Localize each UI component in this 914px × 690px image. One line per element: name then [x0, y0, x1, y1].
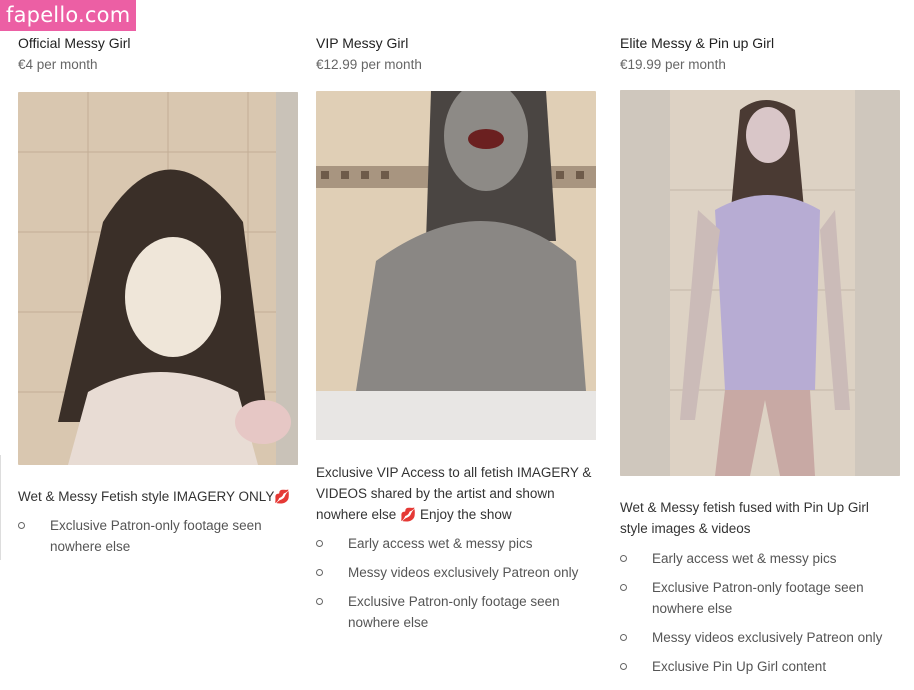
- tier-price: €4 per month: [18, 57, 98, 72]
- benefit-item: Messy videos exclusively Patreon only: [620, 627, 900, 648]
- bullet-icon: [316, 598, 323, 605]
- divider: [0, 455, 1, 560]
- tier-image-official[interactable]: [18, 92, 298, 465]
- bullet-icon: [316, 569, 323, 576]
- watermark-logo: fapello.com: [0, 0, 137, 31]
- benefits-list: Early access wet & messy pics Messy vide…: [316, 533, 596, 641]
- tier-description: Wet & Messy fetish fused with Pin Up Gir…: [620, 500, 869, 536]
- tier-name: VIP Messy Girl: [316, 35, 409, 51]
- tier-card-official: Official Messy Girl €4 per month: [18, 34, 131, 74]
- tier-description: Wet & Messy Fetish style IMAGERY ONLY💋: [18, 486, 298, 507]
- tier-price: €19.99 per month: [620, 57, 726, 72]
- benefit-item: Exclusive Patron-only footage seen nowhe…: [620, 577, 900, 619]
- tier-image-elite[interactable]: [620, 90, 900, 476]
- benefit-item: Messy videos exclusively Patreon only: [316, 562, 596, 583]
- lips-emoji-icon: 💋: [400, 507, 417, 522]
- bullet-icon: [620, 584, 627, 591]
- tier-name: Official Messy Girl: [18, 35, 131, 51]
- tier-card-vip: VIP Messy Girl €12.99 per month: [316, 34, 422, 74]
- bullet-icon: [620, 663, 627, 670]
- lips-emoji-icon: 💋: [274, 489, 291, 504]
- bullet-icon: [620, 634, 627, 641]
- bullet-icon: [316, 540, 323, 547]
- bullet-icon: [620, 555, 627, 562]
- benefits-list: Exclusive Patron-only footage seen nowhe…: [18, 515, 288, 565]
- benefit-item: Exclusive Patron-only footage seen nowhe…: [18, 515, 288, 557]
- benefit-item: Early access wet & messy pics: [620, 548, 900, 569]
- tier-name: Elite Messy & Pin up Girl: [620, 35, 775, 51]
- bullet-icon: [18, 522, 25, 529]
- benefits-list: Early access wet & messy pics Exclusive …: [620, 548, 900, 685]
- tier-image-vip[interactable]: [316, 91, 596, 440]
- tier-price: €12.99 per month: [316, 57, 422, 72]
- tier-description: Exclusive VIP Access to all fetish IMAGE…: [316, 462, 596, 525]
- benefit-item: Exclusive Patron-only footage seen nowhe…: [316, 591, 596, 633]
- benefit-item: Exclusive Pin Up Girl content: [620, 656, 900, 677]
- benefit-item: Early access wet & messy pics: [316, 533, 596, 554]
- tier-card-elite: Elite Messy & Pin up Girl €19.99 per mon…: [620, 34, 774, 74]
